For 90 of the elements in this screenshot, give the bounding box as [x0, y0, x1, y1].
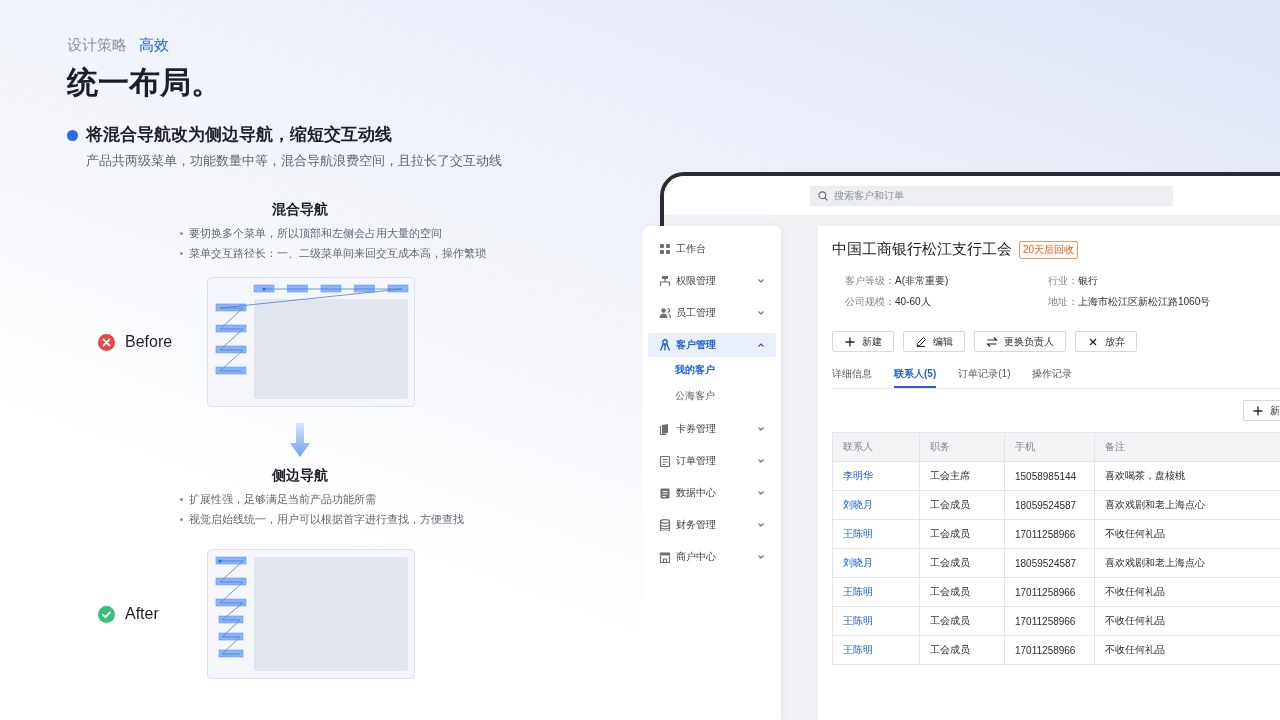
column-header: 职务: [919, 432, 1005, 462]
sidebar-item[interactable]: 商户中心: [648, 545, 776, 569]
sidebar-item[interactable]: 财务管理: [648, 513, 776, 537]
bullet-text: 扩展性强，足够满足当前产品功能所需: [189, 492, 376, 507]
field-label: 客户等级：: [845, 275, 895, 286]
contact-link[interactable]: 王陈明: [832, 577, 920, 607]
table-cell: 17011258966: [1004, 577, 1095, 607]
action-button[interactable]: 新建: [832, 331, 894, 352]
sidebar-item[interactable]: 权限管理: [648, 269, 776, 293]
tab[interactable]: 操作记录: [1032, 364, 1073, 388]
hierarchy-icon: [659, 275, 671, 287]
tab[interactable]: 详细信息: [832, 364, 872, 388]
field-value: 40-60人: [895, 296, 931, 307]
users-icon: [659, 307, 671, 319]
plus-icon: [1252, 404, 1264, 417]
point-description: 产品共两级菜单，功能数量中等，混合导航浪费空间，且拉长了交互动线: [86, 152, 503, 170]
table-cell: 工会主席: [919, 461, 1005, 491]
contact-link[interactable]: 刘晓月: [832, 548, 920, 578]
status-badge: 20天后回收: [1019, 240, 1079, 259]
bullet-text: 要切换多个菜单，所以顶部和左侧会占用大量的空间: [189, 226, 442, 241]
comparison-heading: 混合导航: [272, 200, 328, 218]
tab[interactable]: 订单记录(1): [958, 364, 1011, 388]
table-cell: 17011258966: [1004, 519, 1095, 549]
table-cell: 工会成员: [919, 606, 1005, 636]
column-header: 手机: [1004, 432, 1095, 462]
field-value: A(非常重要): [895, 275, 949, 286]
action-button[interactable]: 编辑: [903, 331, 965, 352]
contact-link[interactable]: 王陈明: [832, 635, 920, 665]
comparison-heading: 侧边导航: [272, 466, 328, 484]
sidebar-subitem[interactable]: 公海客户: [648, 386, 776, 406]
document-icon: [659, 487, 671, 499]
field-label: 行业：: [1048, 275, 1078, 286]
grid-icon: [659, 243, 671, 255]
action-button[interactable]: 放弃: [1075, 331, 1137, 352]
table-cell: 工会成员: [919, 548, 1005, 578]
column-header: 备注: [1094, 432, 1280, 462]
swap-icon: [986, 335, 998, 348]
sidebar-item[interactable]: 数据中心: [648, 481, 776, 505]
search-field[interactable]: 搜索客户和订单: [810, 185, 1173, 206]
table-cell: 17011258966: [1004, 635, 1095, 665]
field-value: 上海市松江区新松江路1060号: [1078, 296, 1211, 307]
add-button[interactable]: 新: [1243, 400, 1280, 421]
sidebar-item[interactable]: 工作台: [648, 237, 776, 261]
table-cell: 18059524587: [1004, 490, 1095, 520]
store-icon: [659, 551, 671, 563]
tag-label: 高效: [139, 35, 169, 55]
action-button[interactable]: 更换负责人: [974, 331, 1066, 352]
field-label: 公司规模：: [845, 296, 895, 307]
pencil-icon: [915, 335, 927, 348]
column-header: 联系人: [832, 432, 920, 462]
table-cell: 工会成员: [919, 519, 1005, 549]
bullet-dot: [180, 231, 183, 235]
bullet-dot: [180, 497, 183, 501]
tab[interactable]: 联系人(5): [894, 364, 937, 388]
database-icon: [659, 519, 671, 531]
bullet-dot: [180, 251, 183, 255]
sidebar-item[interactable]: 员工管理: [648, 301, 776, 325]
field-label: 地址：: [1048, 296, 1078, 307]
table-cell: 18059524587: [1004, 548, 1095, 578]
plus-icon: [844, 335, 856, 348]
bullet-text: 菜单交互路径长：一、二级菜单间来回交互成本高，操作繁琐: [189, 246, 486, 261]
table-cell: 17011258966: [1004, 606, 1095, 636]
down-arrow-icon: [290, 423, 310, 457]
sidebar-item[interactable]: 卡券管理: [648, 417, 776, 441]
slide-title: 统一布局。: [67, 64, 223, 102]
card-icon: [659, 423, 671, 435]
cross-icon: [98, 333, 115, 351]
result-label: After: [125, 605, 159, 623]
contact-link[interactable]: 王陈明: [832, 606, 920, 636]
table-cell: 工会成员: [919, 635, 1005, 665]
bullet-text: 视觉启始线统一，用户可以根据首字进行查找，方便查找: [189, 512, 464, 527]
contact-link[interactable]: 刘晓月: [832, 490, 920, 520]
field-value: 银行: [1078, 275, 1098, 286]
table-cell: 工会成员: [919, 577, 1005, 607]
document-icon: [659, 455, 671, 467]
bullet-dot: [180, 517, 183, 521]
sidebar-item[interactable]: 订单管理: [648, 449, 776, 473]
table-cell: 工会成员: [919, 490, 1005, 520]
point-heading: 将混合导航改为侧边导航，缩短交互动线: [86, 124, 392, 146]
contact-link[interactable]: 王陈明: [832, 519, 920, 549]
result-label: Before: [125, 333, 173, 351]
customer-name: 中国工商银行松江支行工会: [832, 240, 1012, 259]
contact-link[interactable]: 李明华: [832, 461, 920, 491]
sidebar-item[interactable]: 客户管理: [648, 333, 776, 357]
check-icon: [98, 605, 115, 623]
bullet-dot: [67, 129, 78, 141]
sidebar-subitem[interactable]: 我的客户: [648, 360, 776, 380]
person-icon: [659, 339, 671, 351]
table-cell: 15058985144: [1004, 461, 1095, 491]
category-label: 设计策略: [67, 35, 127, 55]
